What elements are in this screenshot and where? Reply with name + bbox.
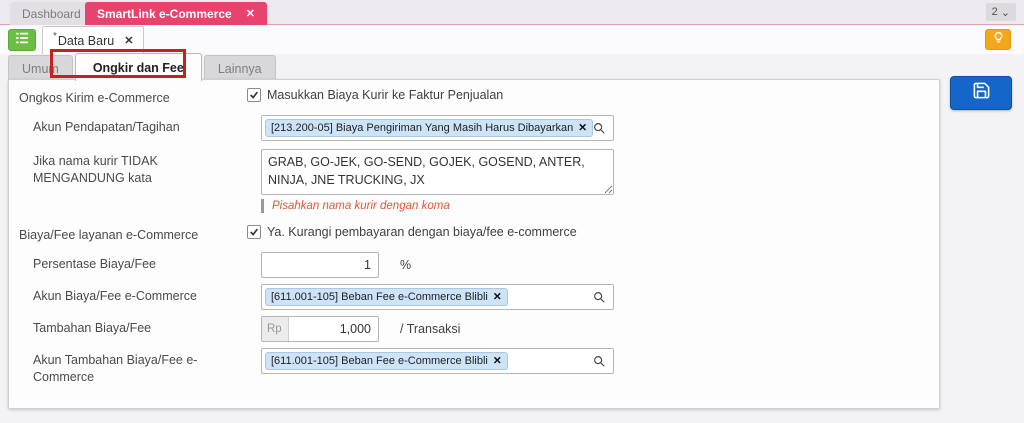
reduce-payment-checkbox-row[interactable]: Ya. Kurangi pembayaran dengan biaya/fee … bbox=[247, 223, 577, 239]
tab-smartlink-label: SmartLink e-Commerce bbox=[97, 7, 232, 21]
checkmark-icon bbox=[249, 90, 259, 100]
save-icon bbox=[972, 81, 991, 105]
tab-dashboard[interactable]: Dashboard bbox=[10, 2, 93, 25]
chip-text: [611.001-105] Beban Fee e-Commerce Blibl… bbox=[271, 291, 488, 303]
tab-lainnya-label: Lainnya bbox=[218, 62, 262, 76]
extra-fee-input[interactable] bbox=[289, 317, 378, 341]
save-button[interactable] bbox=[950, 76, 1012, 110]
checkbox-label: Masukkan Biaya Kurir ke Faktur Penjualan bbox=[267, 88, 503, 102]
account-chip: [611.001-105] Beban Fee e-Commerce Blibl… bbox=[265, 288, 508, 306]
label-akun-tambahan: Akun Tambahan Biaya/Fee e-Commerce bbox=[9, 348, 247, 386]
checkmark-icon bbox=[249, 227, 259, 237]
percent-suffix: % bbox=[400, 258, 411, 272]
doc-tab-label: Data Baru bbox=[58, 34, 114, 48]
percentage-input[interactable] bbox=[261, 252, 379, 278]
close-icon[interactable]: ✕ bbox=[246, 7, 255, 20]
label-persentase: Persentase Biaya/Fee bbox=[9, 252, 247, 273]
tips-button[interactable] bbox=[985, 29, 1011, 50]
session-count: 2 bbox=[992, 6, 998, 18]
account-chip: [213.200-05] Biaya Pengiriman Yang Masih… bbox=[265, 119, 593, 137]
section-label-ongkos-kirim: Ongkos Kirim e-Commerce bbox=[9, 86, 247, 107]
tab-dashboard-label: Dashboard bbox=[22, 7, 81, 21]
menu-list-button[interactable] bbox=[8, 29, 36, 51]
ongkir-dan-fee-panel: Ongkos Kirim e-Commerce Masukkan Biaya K… bbox=[8, 79, 940, 409]
hint-divider bbox=[261, 199, 264, 213]
label-courier-keywords: Jika nama kurir TIDAK MENGANDUNG kata bbox=[9, 149, 247, 187]
tab-ongkir-label: Ongkir dan Fee bbox=[93, 61, 184, 75]
include-courier-fee-checkbox-row[interactable]: Masukkan Biaya Kurir ke Faktur Penjualan bbox=[247, 86, 503, 102]
fee-account-select[interactable]: [611.001-105] Beban Fee e-Commerce Blibl… bbox=[261, 284, 614, 310]
chip-text: [213.200-05] Biaya Pengiriman Yang Masih… bbox=[271, 122, 573, 134]
list-icon bbox=[14, 30, 30, 51]
chip-text: [611.001-105] Beban Fee e-Commerce Blibl… bbox=[271, 355, 488, 367]
search-icon[interactable] bbox=[592, 121, 606, 140]
session-count-dropdown[interactable]: 2 ⌄ bbox=[986, 3, 1016, 21]
account-chip: [611.001-105] Beban Fee e-Commerce Blibl… bbox=[265, 352, 508, 370]
chip-remove-icon[interactable]: ✕ bbox=[493, 291, 502, 303]
section-label-biaya-fee: Biaya/Fee layanan e-Commerce bbox=[9, 223, 247, 244]
tab-lainnya[interactable]: Lainnya bbox=[204, 55, 276, 81]
unsaved-indicator: * bbox=[53, 31, 57, 42]
doc-tab-data-baru[interactable]: * Data Baru ✕ bbox=[42, 26, 144, 54]
checkbox-reduce-payment[interactable] bbox=[247, 225, 261, 239]
tab-umum[interactable]: Umum bbox=[8, 55, 73, 81]
chevron-down-icon: ⌄ bbox=[1001, 6, 1010, 19]
tab-umum-label: Umum bbox=[22, 62, 59, 76]
hint-text: Pisahkan nama kurir dengan koma bbox=[272, 200, 450, 212]
extra-fee-input-group: Rp bbox=[261, 316, 379, 342]
courier-keywords-textarea[interactable]: GRAB, GO-JEK, GO-SEND, GOJEK, GOSEND, AN… bbox=[261, 149, 614, 195]
per-transaction-suffix: / Transaksi bbox=[400, 322, 460, 336]
courier-keywords-hint: Pisahkan nama kurir dengan koma bbox=[261, 199, 450, 213]
income-account-select[interactable]: [213.200-05] Biaya Pengiriman Yang Masih… bbox=[261, 115, 614, 141]
search-icon[interactable] bbox=[592, 354, 606, 373]
close-icon[interactable]: ✕ bbox=[124, 34, 133, 47]
currency-prefix: Rp bbox=[262, 317, 289, 341]
checkbox-include-courier-fee[interactable] bbox=[247, 88, 261, 102]
label-akun-biaya-fee: Akun Biaya/Fee e-Commerce bbox=[9, 284, 247, 305]
chip-remove-icon[interactable]: ✕ bbox=[578, 122, 587, 134]
extra-fee-account-select[interactable]: [611.001-105] Beban Fee e-Commerce Blibl… bbox=[261, 348, 614, 374]
tab-smartlink-ecommerce[interactable]: SmartLink e-Commerce ✕ bbox=[85, 2, 267, 25]
settings-tab-bar: Umum Ongkir dan Fee Lainnya bbox=[8, 53, 278, 81]
checkbox-label: Ya. Kurangi pembayaran dengan biaya/fee … bbox=[267, 225, 577, 239]
lightbulb-icon bbox=[992, 31, 1005, 49]
document-toolbar: * Data Baru ✕ bbox=[0, 26, 1024, 54]
label-tambahan-biaya: Tambahan Biaya/Fee bbox=[9, 316, 247, 337]
chip-remove-icon[interactable]: ✕ bbox=[493, 355, 502, 367]
label-akun-pendapatan: Akun Pendapatan/Tagihan bbox=[9, 115, 247, 136]
search-icon[interactable] bbox=[592, 290, 606, 309]
main-tab-bar: Dashboard SmartLink e-Commerce ✕ 2 ⌄ bbox=[0, 0, 1024, 25]
tab-ongkir-dan-fee[interactable]: Ongkir dan Fee bbox=[75, 53, 202, 81]
